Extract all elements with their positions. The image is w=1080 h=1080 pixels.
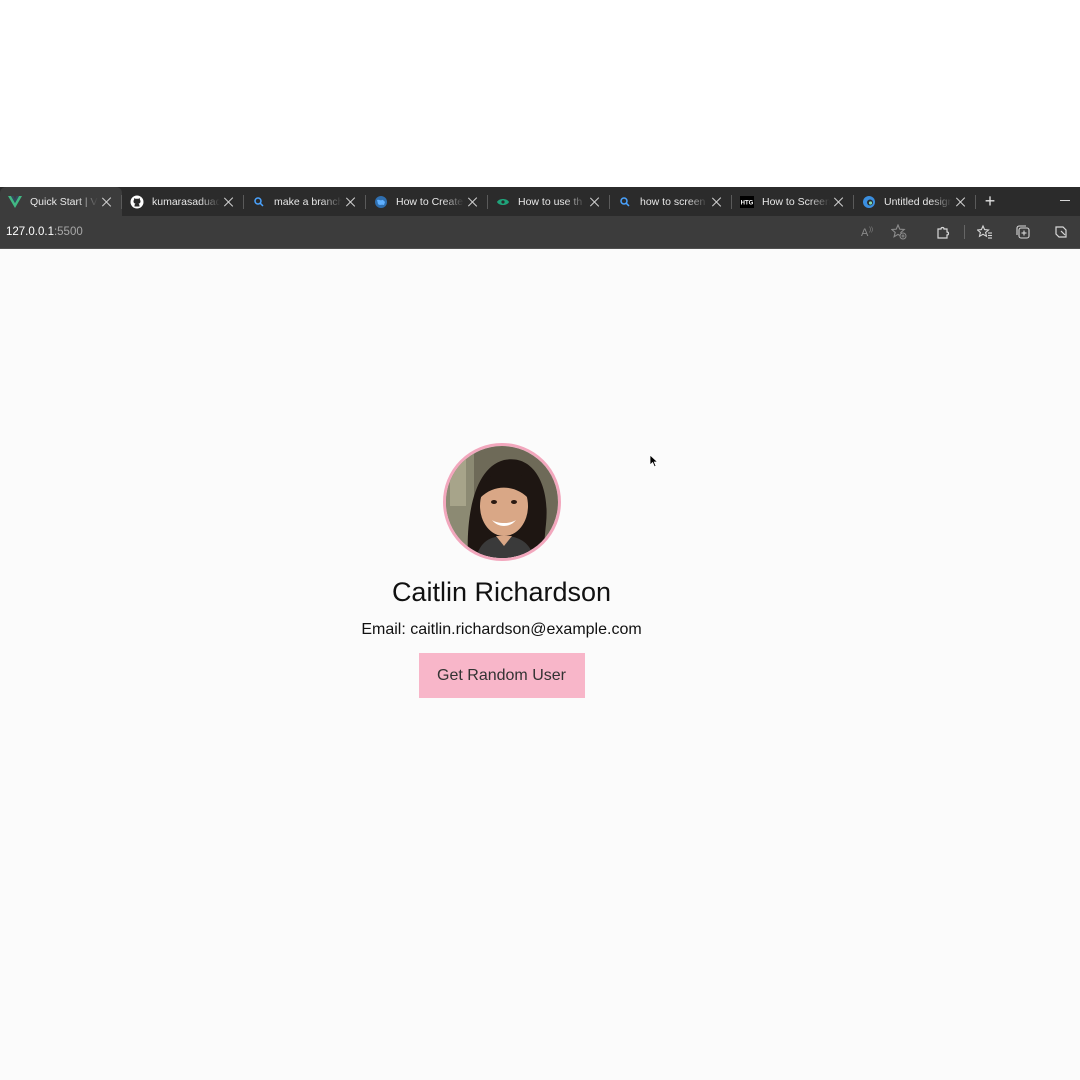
favorites-icon[interactable] xyxy=(975,222,995,242)
add-favorite-icon[interactable] xyxy=(889,222,909,242)
search-icon xyxy=(252,195,266,209)
url-host: 127.0.0.1 xyxy=(6,226,54,238)
tab-strip: Quick Start | Vue.js kumarasaduadara mak… xyxy=(0,187,1080,216)
user-name: Caitlin Richardson xyxy=(391,577,612,607)
user-card: Caitlin Richardson Email: caitlin.richar… xyxy=(0,443,1003,698)
tab-how-to-screen-search[interactable]: how to screen xyxy=(610,187,732,216)
user-email: Email: caitlin.richardson@example.com xyxy=(361,621,642,638)
copilot-icon[interactable] xyxy=(1051,222,1071,242)
mouse-cursor-icon xyxy=(650,455,659,468)
close-icon[interactable] xyxy=(956,197,966,207)
tab-title: How to use th xyxy=(518,195,583,208)
tab-title: How to Create xyxy=(396,195,464,208)
tab-title: How to Screen xyxy=(762,195,830,208)
tab-github[interactable]: kumarasaduadara xyxy=(122,187,244,216)
close-icon[interactable] xyxy=(834,197,844,207)
close-icon[interactable] xyxy=(712,197,722,207)
tab-title: Quick Start | Vue.js xyxy=(30,195,98,208)
minimize-icon[interactable] xyxy=(1060,200,1070,202)
search-icon xyxy=(618,195,632,209)
tab-untitled-design[interactable]: Untitled design xyxy=(854,187,976,216)
tab-quick-start[interactable]: Quick Start | Vue.js xyxy=(0,187,122,216)
close-icon[interactable] xyxy=(102,197,112,207)
avatar xyxy=(442,443,561,561)
github-icon xyxy=(130,195,144,209)
get-random-user-button[interactable]: Get Random User xyxy=(418,653,585,698)
blank-area-above-browser xyxy=(0,0,1080,187)
tab-how-to-use[interactable]: How to use th xyxy=(488,187,610,216)
user-photo xyxy=(445,446,558,558)
tab-title: Untitled design xyxy=(884,195,952,208)
page-content: Caitlin Richardson Email: caitlin.richar… xyxy=(0,249,1080,1080)
close-icon[interactable] xyxy=(590,197,600,207)
new-tab-button[interactable]: + xyxy=(976,187,1004,216)
address-bar[interactable]: 127.0.0.1:5500 xyxy=(0,219,918,245)
svg-text:A: A xyxy=(861,227,869,239)
tab-title: make a branch xyxy=(274,195,342,208)
extensions-icon[interactable] xyxy=(933,222,953,242)
tab-how-to-create[interactable]: How to Create xyxy=(366,187,488,216)
tab-make-a-branch[interactable]: make a branch xyxy=(244,187,366,216)
close-icon[interactable] xyxy=(224,197,234,207)
url-text: 127.0.0.1:5500 xyxy=(0,226,83,238)
browser-toolbar: 127.0.0.1:5500 A)) xyxy=(0,216,1080,249)
htg-icon: HTG xyxy=(740,195,754,209)
close-icon[interactable] xyxy=(346,197,356,207)
site-icon xyxy=(496,195,510,209)
collections-icon[interactable] xyxy=(1013,222,1033,242)
edge-icon xyxy=(862,195,876,209)
svg-text:)): )) xyxy=(869,227,873,233)
tab-how-to-screen-htg[interactable]: HTG How to Screen xyxy=(732,187,854,216)
svg-text:HTG: HTG xyxy=(741,200,754,206)
close-icon[interactable] xyxy=(468,197,478,207)
globe-icon xyxy=(374,195,388,209)
tab-title: how to screen xyxy=(640,195,706,208)
tab-title: kumarasaduadara xyxy=(152,195,220,208)
read-aloud-icon[interactable]: A)) xyxy=(858,222,878,242)
browser-chrome: Quick Start | Vue.js kumarasaduadara mak… xyxy=(0,187,1080,249)
toolbar-divider xyxy=(964,225,965,239)
url-port: :5500 xyxy=(53,226,83,238)
vue-icon xyxy=(8,195,22,209)
